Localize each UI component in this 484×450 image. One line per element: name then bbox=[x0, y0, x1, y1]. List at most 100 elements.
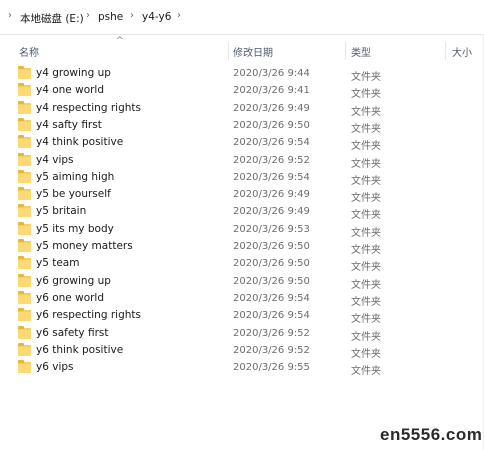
file-date: 2020/3/26 9:49 bbox=[233, 102, 310, 114]
file-name: y4 respecting rights bbox=[36, 101, 141, 114]
column-divider[interactable] bbox=[445, 42, 446, 60]
file-name: y6 think positive bbox=[36, 343, 124, 356]
list-item[interactable]: y6 one world 2020/3/26 9:54 文件夹 bbox=[14, 290, 424, 308]
list-item[interactable]: y6 safety first 2020/3/26 9:52 文件夹 bbox=[14, 325, 424, 343]
file-date: 2020/3/26 9:50 bbox=[233, 275, 310, 287]
file-date: 2020/3/26 9:52 bbox=[233, 327, 310, 339]
file-name: y5 be yourself bbox=[36, 188, 111, 201]
file-date: 2020/3/26 9:50 bbox=[233, 241, 310, 252]
file-type: 文件夹 bbox=[351, 72, 381, 83]
list-item[interactable]: y5 be yourself 2020/3/26 9:49 文件夹 bbox=[14, 187, 424, 204]
file-name: y6 respecting rights bbox=[36, 309, 141, 322]
chevron-right-icon[interactable]: › bbox=[177, 10, 181, 21]
column-divider[interactable] bbox=[228, 42, 229, 60]
column-divider[interactable] bbox=[345, 42, 346, 60]
file-type: 文件夹 bbox=[351, 331, 381, 343]
list-item[interactable]: y6 growing up 2020/3/26 9:50 文件夹 bbox=[14, 273, 424, 291]
list-item[interactable]: y6 think positive 2020/3/26 9:52 文件夹 bbox=[14, 342, 424, 360]
file-type: 文件夹 bbox=[351, 279, 381, 291]
file-type: 文件夹 bbox=[351, 227, 381, 239]
file-name: y6 one world bbox=[36, 291, 105, 304]
folder-icon bbox=[18, 239, 31, 252]
list-item[interactable]: y5 britain 2020/3/26 9:49 文件夹 bbox=[14, 204, 424, 221]
file-type: 文件夹 bbox=[351, 245, 381, 256]
file-type: 文件夹 bbox=[351, 123, 381, 135]
file-name: y5 team bbox=[36, 257, 80, 270]
chevron-right-icon[interactable]: › bbox=[130, 10, 134, 21]
column-header-size[interactable]: 大小 bbox=[452, 44, 472, 59]
file-date: 2020/3/26 9:49 bbox=[233, 189, 310, 201]
list-item[interactable]: y5 money matters 2020/3/26 9:50 文件夹 bbox=[14, 239, 424, 256]
file-name: y6 growing up bbox=[36, 274, 111, 287]
folder-icon bbox=[18, 152, 31, 166]
file-type: 文件夹 bbox=[351, 296, 381, 308]
file-date: 2020/3/26 9:54 bbox=[233, 310, 310, 322]
folder-icon bbox=[18, 187, 31, 201]
list-item[interactable]: y6 respecting rights 2020/3/26 9:54 文件夹 bbox=[14, 308, 424, 325]
list-item[interactable]: y4 growing up 2020/3/26 9:44 文件夹 bbox=[14, 66, 424, 83]
file-date: 2020/3/26 9:41 bbox=[233, 85, 310, 97]
folder-icon bbox=[18, 135, 31, 149]
file-date: 2020/3/26 9:52 bbox=[233, 154, 310, 166]
folder-icon bbox=[18, 117, 31, 131]
list-item[interactable]: y4 respecting rights 2020/3/26 9:49 文件夹 bbox=[14, 100, 424, 118]
file-date: 2020/3/26 9:54 bbox=[233, 171, 310, 183]
file-date: 2020/3/26 9:54 bbox=[233, 137, 310, 149]
site-watermark: en5556.com bbox=[380, 425, 483, 444]
breadcrumb-item-current[interactable]: y4-y6 bbox=[142, 11, 171, 23]
chevron-right-icon[interactable]: › bbox=[8, 10, 12, 21]
file-date: 2020/3/26 9:50 bbox=[233, 258, 310, 270]
file-name: y5 britain bbox=[36, 205, 87, 218]
file-date: 2020/3/26 9:44 bbox=[233, 68, 310, 79]
file-name: y4 growing up bbox=[36, 67, 111, 79]
list-item[interactable]: y6 vips 2020/3/26 9:55 文件夹 bbox=[14, 360, 424, 377]
file-type: 文件夹 bbox=[351, 175, 381, 187]
file-name: y4 vips bbox=[36, 153, 74, 166]
file-type: 文件夹 bbox=[351, 366, 381, 378]
file-name: y4 think positive bbox=[36, 136, 124, 149]
file-type: 文件夹 bbox=[351, 193, 381, 205]
file-type: 文件夹 bbox=[351, 262, 381, 274]
file-name: y6 safety first bbox=[36, 326, 109, 339]
list-item[interactable]: y4 safty first 2020/3/26 9:50 文件夹 bbox=[14, 117, 424, 135]
breadcrumb-item-drive[interactable]: 本地磁盘 (E:) bbox=[20, 11, 84, 26]
folder-icon bbox=[18, 66, 31, 79]
folder-icon bbox=[18, 290, 31, 304]
file-date: 2020/3/26 9:50 bbox=[233, 119, 310, 131]
file-date: 2020/3/26 9:52 bbox=[233, 344, 310, 356]
column-header-name[interactable]: 名称 bbox=[19, 44, 39, 59]
folder-icon bbox=[18, 169, 31, 183]
file-name: y5 aiming high bbox=[36, 170, 115, 183]
folder-icon bbox=[18, 360, 31, 374]
file-name: y4 one world bbox=[36, 84, 105, 97]
folder-icon bbox=[18, 83, 31, 97]
chevron-right-icon[interactable]: › bbox=[86, 10, 90, 21]
file-type: 文件夹 bbox=[351, 158, 381, 170]
file-type: 文件夹 bbox=[351, 89, 381, 101]
file-type: 文件夹 bbox=[351, 141, 381, 153]
folder-icon bbox=[18, 325, 31, 339]
column-header-type[interactable]: 类型 bbox=[351, 44, 371, 59]
file-name: y4 safty first bbox=[36, 118, 102, 131]
list-item[interactable]: y4 vips 2020/3/26 9:52 文件夹 bbox=[14, 152, 424, 170]
file-name: y5 its my body bbox=[36, 222, 114, 235]
file-date: 2020/3/26 9:49 bbox=[233, 206, 310, 218]
list-item[interactable]: y5 team 2020/3/26 9:50 文件夹 bbox=[14, 256, 424, 273]
list-item[interactable]: y5 aiming high 2020/3/26 9:54 文件夹 bbox=[14, 169, 424, 187]
folder-icon bbox=[18, 308, 31, 322]
file-date: 2020/3/26 9:55 bbox=[233, 362, 310, 374]
column-header-date[interactable]: 修改日期 bbox=[233, 44, 273, 59]
list-item[interactable]: y4 one world 2020/3/26 9:41 文件夹 bbox=[14, 83, 424, 100]
file-type: 文件夹 bbox=[351, 210, 381, 222]
file-date: 2020/3/26 9:54 bbox=[233, 292, 310, 304]
column-header-row: 名称 修改日期 类型 大小 bbox=[0, 40, 484, 60]
address-bar[interactable]: › 本地磁盘 (E:) › pshe › y4-y6 › bbox=[0, 0, 484, 35]
folder-icon bbox=[18, 342, 31, 356]
file-name: y6 vips bbox=[36, 361, 74, 374]
folder-icon bbox=[18, 100, 31, 114]
folder-icon bbox=[18, 204, 31, 218]
folder-icon bbox=[18, 256, 31, 270]
list-item[interactable]: y4 think positive 2020/3/26 9:54 文件夹 bbox=[14, 135, 424, 152]
list-item[interactable]: y5 its my body 2020/3/26 9:53 文件夹 bbox=[14, 221, 424, 239]
breadcrumb-item-pshe[interactable]: pshe bbox=[98, 11, 123, 23]
